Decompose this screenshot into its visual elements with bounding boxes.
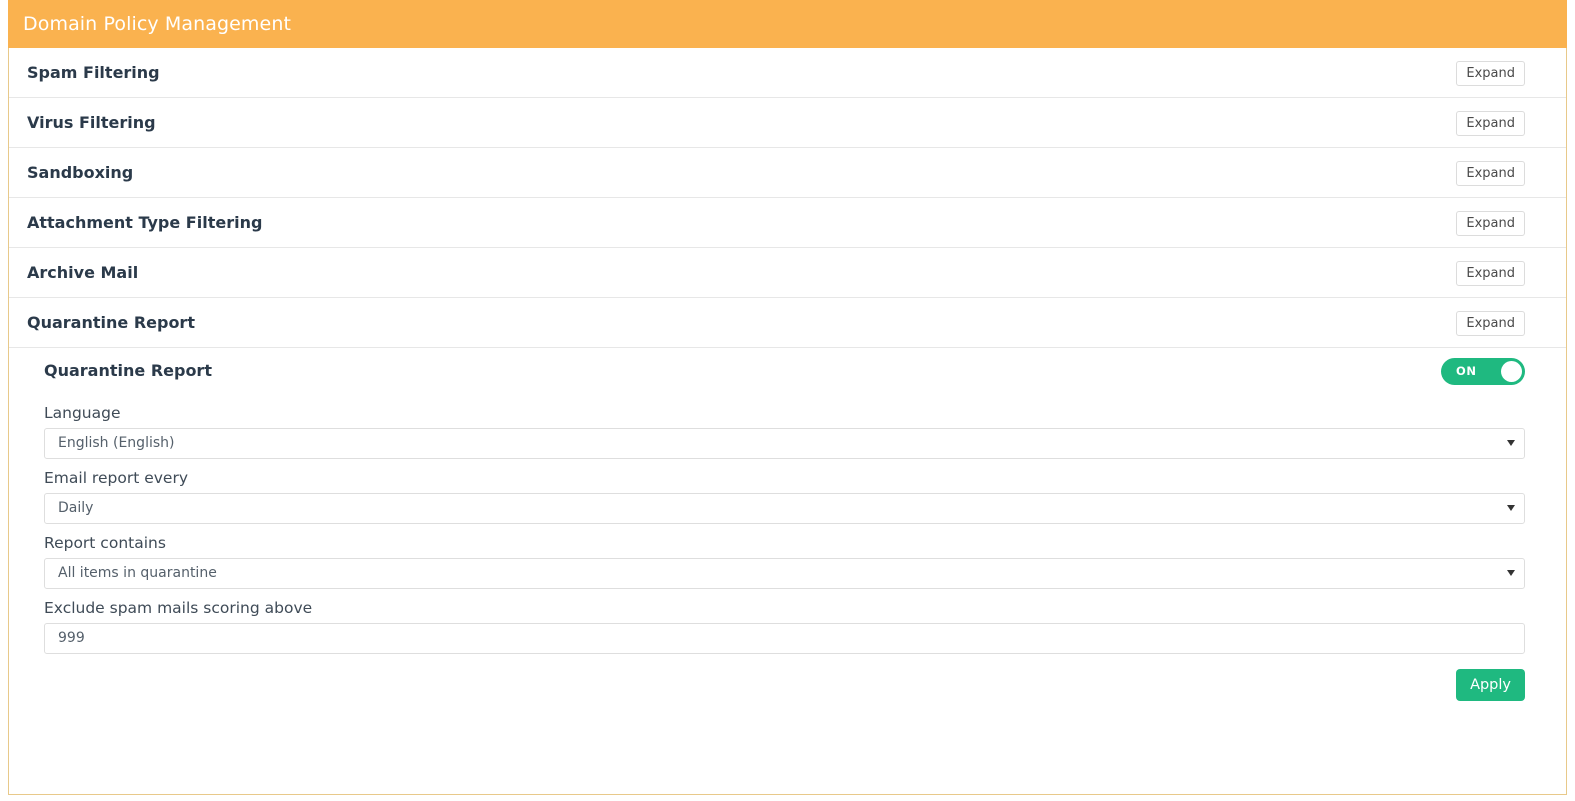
chevron-down-icon [1507,440,1515,446]
section-title: Sandboxing [27,163,134,182]
field-exclude-spam-score: Exclude spam mails scoring above 999 [44,589,1525,654]
field-report-contains: Report contains All items in quarantine [44,524,1525,589]
section-row-sandboxing[interactable]: Sandboxing Expand [9,148,1566,198]
quarantine-report-toggle[interactable]: ON [1441,358,1525,385]
field-label-exclude-spam-score: Exclude spam mails scoring above [44,599,313,617]
section-row-archive-mail[interactable]: Archive Mail Expand [9,248,1566,298]
section-title: Spam Filtering [27,63,160,82]
chevron-down-icon [1507,570,1515,576]
section-row-quarantine-report[interactable]: Quarantine Report Expand [9,298,1566,348]
apply-button[interactable]: Apply [1456,669,1525,701]
section-row-attachment-type-filtering[interactable]: Attachment Type Filtering Expand [9,198,1566,248]
toggle-state-label: ON [1456,364,1477,378]
field-label-email-report-every: Email report every [44,469,188,487]
expand-button-virus-filtering[interactable]: Expand [1456,111,1525,136]
expand-button-quarantine-report[interactable]: Expand [1456,311,1525,336]
chevron-down-icon [1507,505,1515,511]
field-language: Language English (English) [44,394,1525,459]
field-label-language: Language [44,404,121,422]
email-report-every-select-value: Daily [58,500,94,516]
quarantine-report-panel: Quarantine Report ON Language English (E… [9,348,1566,714]
section-row-virus-filtering[interactable]: Virus Filtering Expand [9,98,1566,148]
quarantine-report-subtitle: Quarantine Report [44,361,212,380]
apply-row: Apply [44,654,1525,714]
expand-button-archive-mail[interactable]: Expand [1456,261,1525,286]
section-title: Attachment Type Filtering [27,213,263,232]
field-email-report-every: Email report every Daily [44,459,1525,524]
section-row-spam-filtering[interactable]: Spam Filtering Expand [9,48,1566,98]
field-label-report-contains: Report contains [44,534,166,552]
section-title: Quarantine Report [27,313,195,332]
report-contains-select[interactable]: All items in quarantine [44,558,1525,589]
exclude-spam-score-value: 999 [58,630,85,646]
expand-button-attachment-type-filtering[interactable]: Expand [1456,211,1525,236]
page-root: Domain Policy Management Spam Filtering … [0,0,1575,801]
expand-button-spam-filtering[interactable]: Expand [1456,61,1525,86]
quarantine-report-subheader: Quarantine Report ON [9,348,1566,394]
expand-button-sandboxing[interactable]: Expand [1456,161,1525,186]
page-header: Domain Policy Management [8,0,1567,48]
section-title: Archive Mail [27,263,139,282]
report-contains-select-value: All items in quarantine [58,565,217,581]
exclude-spam-score-input[interactable]: 999 [44,623,1525,654]
language-select-value: English (English) [58,435,175,451]
language-select[interactable]: English (English) [44,428,1525,459]
toggle-knob [1501,361,1522,382]
policy-section-list: Spam Filtering Expand Virus Filtering Ex… [9,48,1566,714]
email-report-every-select[interactable]: Daily [44,493,1525,524]
section-title: Virus Filtering [27,113,156,132]
page-title: Domain Policy Management [23,13,292,35]
